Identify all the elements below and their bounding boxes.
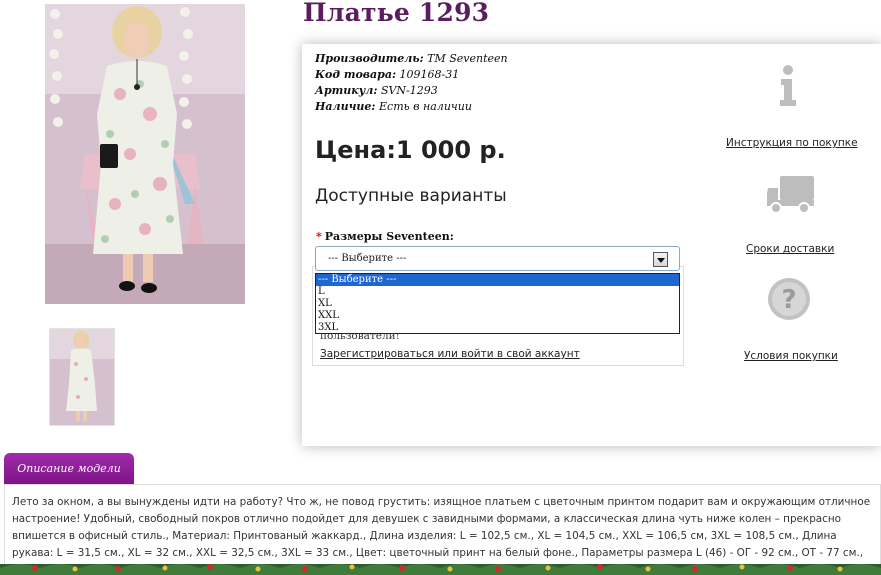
size-select[interactable]: --- Выберите --- xyxy=(315,246,680,271)
size-label: * Размеры Seventeen: xyxy=(316,230,454,243)
garland-decoration xyxy=(0,564,881,575)
product-thumbnail[interactable] xyxy=(49,328,115,426)
spec-article: Артикул: SVN-1293 xyxy=(315,84,438,97)
svg-text:?: ? xyxy=(781,285,796,315)
size-option-xl[interactable]: XL xyxy=(316,298,679,310)
purchase-terms-link[interactable]: Условия покупки xyxy=(744,350,838,362)
spec-product-code: Код товара: 109168-31 xyxy=(315,68,460,81)
product-specs: Производитель: TM Seventeen Код товара: … xyxy=(315,51,508,115)
size-option-l[interactable]: L xyxy=(316,286,679,298)
delivery-time-link[interactable]: Сроки доставки xyxy=(746,243,834,255)
info-icon[interactable] xyxy=(776,64,800,113)
size-dropdown-list[interactable]: --- Выберите --- L XL XXL 3XL xyxy=(315,273,680,334)
product-main-image[interactable] xyxy=(45,4,245,304)
variants-heading: Доступные варианты xyxy=(315,186,507,206)
required-mark: * xyxy=(316,230,322,243)
spec-manufacturer: Производитель: TM Seventeen xyxy=(315,52,508,65)
size-option-3xl[interactable]: 3XL xyxy=(316,322,679,334)
purchase-instruction-link[interactable]: Инструкция по покупке xyxy=(726,137,858,149)
register-login-link[interactable]: Зарегистрироваться или войти в свой акка… xyxy=(320,348,580,360)
truck-icon[interactable] xyxy=(766,172,816,219)
size-select-value: --- Выберите --- xyxy=(328,253,407,264)
chevron-down-icon[interactable] xyxy=(653,252,668,267)
size-option-placeholder[interactable]: --- Выберите --- xyxy=(316,274,679,286)
spec-availability: Наличие: Есть в наличии xyxy=(315,100,472,113)
product-title: Платье 1293 xyxy=(303,0,490,27)
question-icon[interactable]: ? xyxy=(766,276,812,327)
tab-description[interactable]: Описание модели xyxy=(4,453,134,484)
product-price: Цена:1 000 р. xyxy=(315,136,506,164)
size-option-xxl[interactable]: XXL xyxy=(316,310,679,322)
